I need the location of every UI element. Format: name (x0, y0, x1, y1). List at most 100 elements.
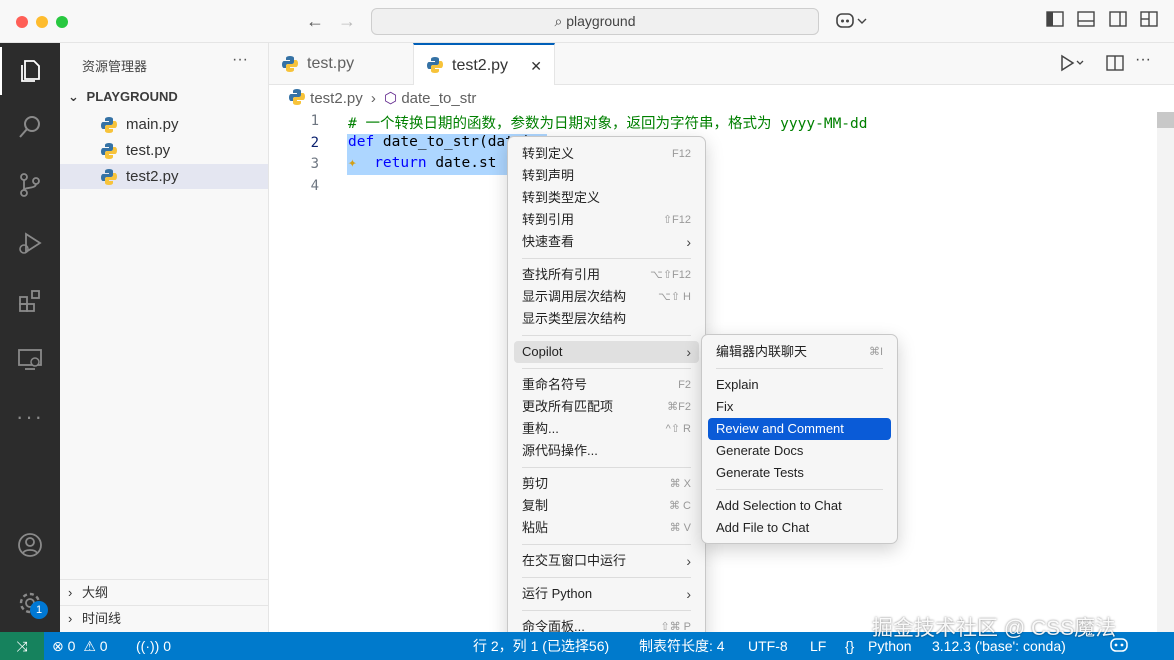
menu-item-show-call-hierarchy[interactable]: 显示调用层次结构 ⌥⇧ H (514, 286, 699, 308)
close-tab-icon[interactable]: ✕ (530, 45, 542, 87)
customize-layout-icon[interactable] (1140, 11, 1158, 31)
tab-test[interactable]: test.py (269, 43, 413, 85)
language-icon: {} (845, 638, 855, 654)
scrollbar-thumb[interactable] (1157, 112, 1174, 128)
ports-indicator[interactable]: ((·)) 0 (136, 632, 171, 660)
more-views-icon[interactable]: ··· (0, 393, 60, 441)
explorer-icon[interactable] (0, 47, 60, 95)
tab-test2[interactable]: test2.py ✕ (413, 43, 555, 85)
menu-item-go-to-type-definition[interactable]: 转到类型定义 (514, 187, 699, 209)
line-number: 2 (310, 135, 319, 151)
menu-item-go-to-definition[interactable]: 转到定义 F12 (514, 143, 699, 165)
extensions-icon[interactable] (0, 277, 60, 325)
menu-item-rename-symbol[interactable]: 重命名符号 F2 (514, 374, 699, 396)
folder-playground[interactable]: ⌄ PLAYGROUND (68, 89, 178, 105)
more-actions-icon[interactable]: ··· (232, 51, 248, 69)
chevron-right-icon: › (68, 611, 73, 626)
toggle-secondary-sidebar-icon[interactable] (1109, 11, 1127, 31)
copilot-icon[interactable] (835, 11, 869, 35)
chevron-right-icon: › (686, 344, 691, 360)
menu-item-generate-tests[interactable]: Generate Tests (708, 462, 891, 484)
menu-item-refactor[interactable]: 重构... ^⇧ R (514, 418, 699, 440)
editor-more-actions-icon[interactable]: ··· (1135, 51, 1151, 69)
zoom-window-button[interactable] (56, 16, 68, 28)
file-item-main[interactable]: main.py (60, 112, 268, 137)
menu-separator (522, 544, 691, 545)
sidebar-title: 资源管理器 (82, 59, 148, 74)
file-item-test[interactable]: test.py (60, 138, 268, 163)
python-file-icon (101, 169, 117, 185)
python-file-icon (101, 117, 117, 133)
breadcrumb: test2.py › ⬡ date_to_str (288, 88, 476, 107)
remote-explorer-icon[interactable] (0, 335, 60, 383)
menu-item-explain[interactable]: Explain (708, 374, 891, 396)
problems-indicator[interactable]: ⊗ 0 ⚠ 0 (52, 632, 108, 660)
timeline-section[interactable]: › 时间线 (60, 605, 268, 631)
menu-item-source-action[interactable]: 源代码操作... (514, 440, 699, 462)
activity-bar: ··· 1 (0, 43, 60, 632)
line-number: 3 (310, 156, 319, 172)
run-python-icon[interactable] (1059, 54, 1085, 77)
close-window-button[interactable] (16, 16, 28, 28)
menu-item-add-file-to-chat[interactable]: Add File to Chat (708, 517, 891, 539)
encoding[interactable]: UTF-8 (748, 632, 788, 660)
indentation[interactable]: 制表符长度: 4 (639, 632, 725, 660)
menu-item-change-all-occurrences[interactable]: 更改所有匹配项 ⌘F2 (514, 396, 699, 418)
forward-arrow-icon[interactable]: → (338, 11, 356, 31)
menu-item-inline-chat[interactable]: 编辑器内联聊天 ⌘I (708, 341, 891, 363)
menu-item-run-in-interactive-window[interactable]: 在交互窗口中运行 › (514, 550, 699, 572)
menu-item-find-all-references[interactable]: 查找所有引用 ⌥⇧F12 (514, 264, 699, 286)
menu-item-copilot[interactable]: Copilot › (514, 341, 699, 363)
chevron-right-icon: › (686, 553, 691, 569)
source-control-icon[interactable] (0, 161, 60, 209)
line-number: 1 (310, 113, 319, 129)
python-file-icon (289, 89, 305, 105)
breadcrumb-file[interactable]: test2.py (310, 90, 363, 107)
menu-item-add-selection-to-chat[interactable]: Add Selection to Chat (708, 495, 891, 517)
code-line-1: # 一个转换日期的函数，参数为日期对象，返回为字符串，格式为 yyyy-MM-d… (348, 116, 868, 132)
python-file-icon (101, 143, 117, 159)
copilot-sparkle-icon[interactable]: ✦ (348, 155, 357, 171)
command-center-search[interactable]: ⌕ playground (371, 8, 819, 35)
menu-item-fix[interactable]: Fix (708, 396, 891, 418)
file-item-test2[interactable]: test2.py (60, 164, 268, 189)
warning-icon: ⚠ (83, 638, 96, 654)
menu-item-run-python[interactable]: 运行 Python › (514, 583, 699, 605)
chevron-right-icon: › (370, 90, 376, 107)
split-editor-icon[interactable] (1106, 54, 1124, 77)
menu-item-paste[interactable]: 粘贴 ⌘ V (514, 517, 699, 539)
cursor-position[interactable]: 行 2，列 1 (已选择56) (473, 632, 609, 660)
python-file-icon (427, 57, 443, 73)
menu-separator (716, 489, 883, 490)
run-and-debug-icon[interactable] (0, 219, 60, 267)
python-file-icon (282, 56, 298, 72)
outline-section[interactable]: › 大纲 (60, 579, 268, 605)
settings-badge: 1 (30, 601, 48, 619)
menu-item-peek[interactable]: 快速查看 › (514, 231, 699, 253)
menu-item-generate-docs[interactable]: Generate Docs (708, 440, 891, 462)
menu-item-copy[interactable]: 复制 ⌘ C (514, 495, 699, 517)
error-icon: ⊗ (52, 638, 64, 654)
explorer-sidebar: 资源管理器 ··· ⌄ PLAYGROUND main.py test.py t… (60, 43, 269, 632)
end-of-line[interactable]: LF (810, 632, 826, 660)
menu-separator (716, 368, 883, 369)
broadcast-icon: ((·)) (136, 638, 160, 654)
minimize-window-button[interactable] (36, 16, 48, 28)
breadcrumb-symbol[interactable]: date_to_str (401, 90, 476, 107)
account-icon[interactable] (0, 521, 60, 569)
search-icon: ⌕ (554, 13, 563, 29)
menu-item-go-to-references[interactable]: 转到引用 ⇧F12 (514, 209, 699, 231)
menu-item-cut[interactable]: 剪切 ⌘ X (514, 473, 699, 495)
settings-gear-icon[interactable] (0, 579, 60, 627)
menu-separator (522, 368, 691, 369)
back-arrow-icon[interactable]: ← (306, 11, 324, 31)
menu-item-go-to-declaration[interactable]: 转到声明 (514, 165, 699, 187)
toggle-panel-icon[interactable] (1077, 11, 1095, 31)
search-icon[interactable] (0, 103, 60, 151)
vertical-scrollbar[interactable] (1157, 112, 1174, 632)
menu-item-review-and-comment[interactable]: Review and Comment (708, 418, 891, 440)
toggle-primary-sidebar-icon[interactable] (1046, 11, 1064, 31)
remote-indicator-icon[interactable]: ⤨ (0, 632, 44, 660)
menu-separator (522, 577, 691, 578)
menu-item-show-type-hierarchy[interactable]: 显示类型层次结构 (514, 308, 699, 330)
